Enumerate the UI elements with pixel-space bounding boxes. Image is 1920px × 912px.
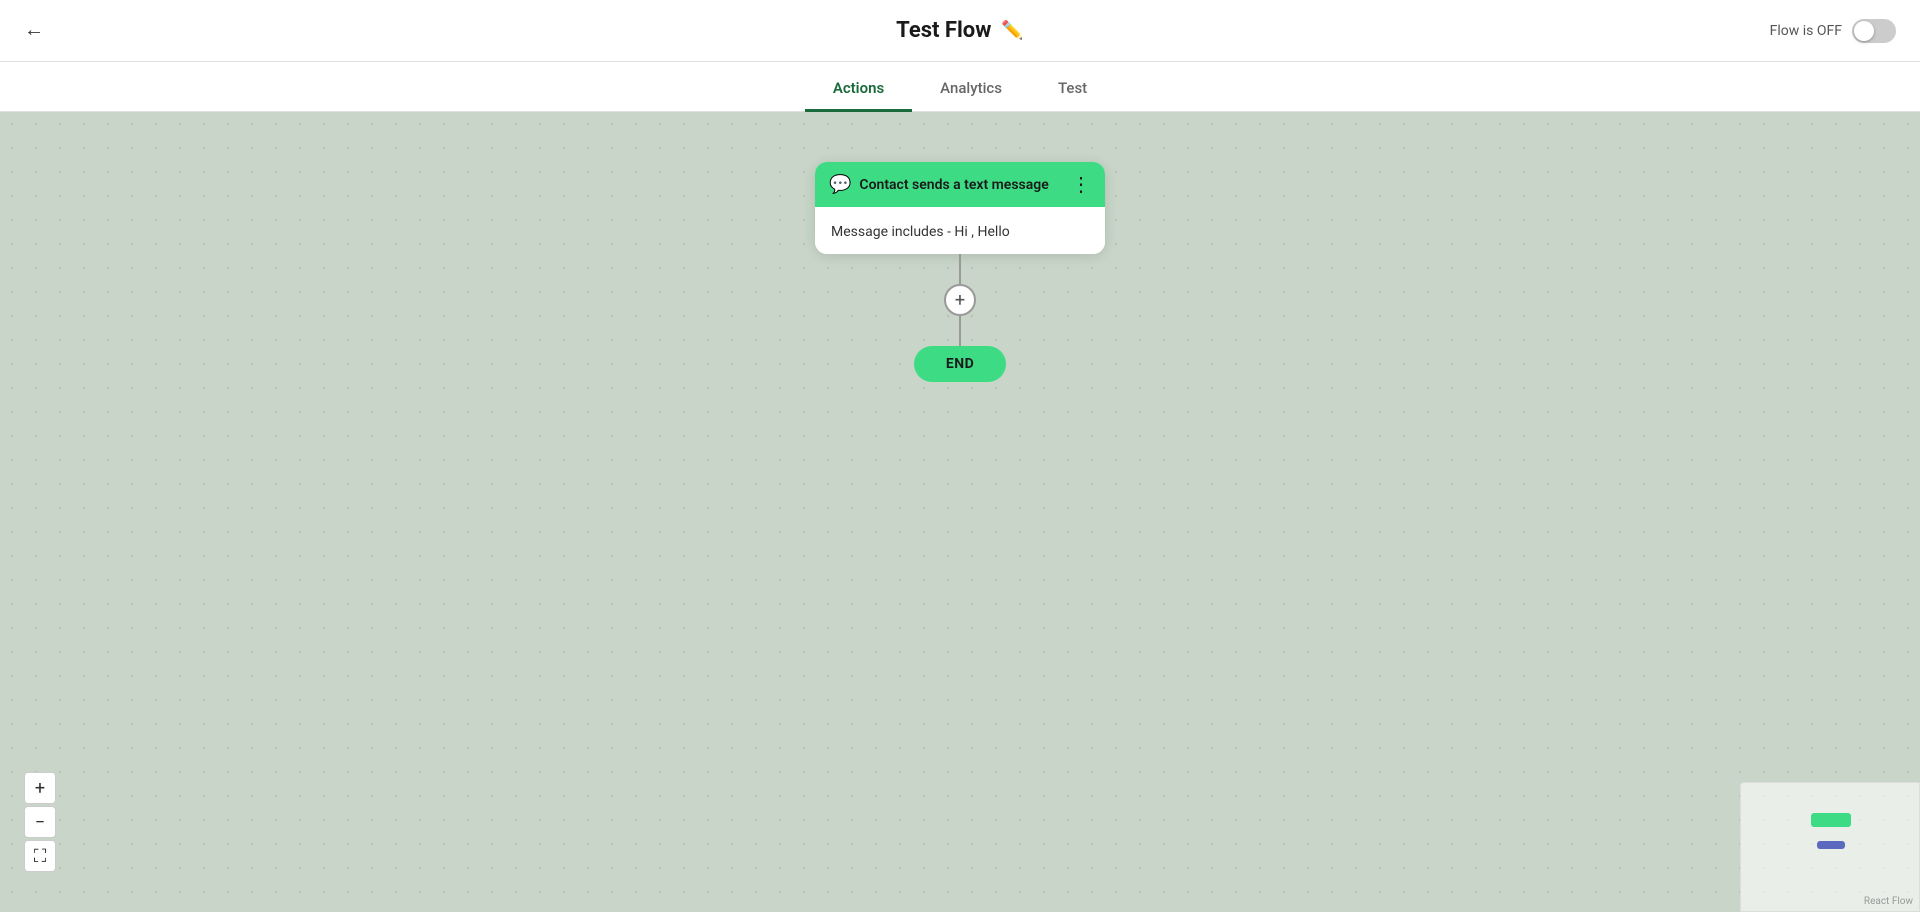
mini-map: React Flow bbox=[1740, 782, 1920, 912]
zoom-controls: + − ⛶ bbox=[24, 772, 56, 872]
more-icon: ⋮ bbox=[1071, 174, 1091, 196]
mini-end-node bbox=[1817, 841, 1845, 849]
trigger-more-button[interactable]: ⋮ bbox=[1071, 175, 1091, 195]
back-button[interactable]: ← bbox=[24, 19, 44, 42]
flow-toggle-area: Flow is OFF bbox=[1770, 19, 1896, 43]
toggle-knob bbox=[1854, 21, 1874, 41]
tab-actions[interactable]: Actions bbox=[805, 67, 912, 112]
add-step-button[interactable]: + bbox=[944, 284, 976, 316]
tabs-bar: Actions Analytics Test bbox=[0, 62, 1920, 112]
mini-map-nodes bbox=[1741, 783, 1919, 911]
tab-analytics[interactable]: Analytics bbox=[912, 67, 1030, 112]
fit-icon: ⛶ bbox=[34, 846, 47, 867]
flow-canvas[interactable]: 💬 Contact sends a text message ⋮ Message… bbox=[0, 112, 1920, 912]
zoom-out-icon: − bbox=[35, 812, 45, 833]
end-node[interactable]: END bbox=[914, 346, 1006, 382]
page-title: Test Flow bbox=[896, 18, 991, 43]
flow-status-label: Flow is OFF bbox=[1770, 23, 1842, 39]
edit-icon[interactable]: ✏️ bbox=[1001, 20, 1023, 41]
zoom-in-button[interactable]: + bbox=[24, 772, 56, 804]
flow-toggle-switch[interactable] bbox=[1852, 19, 1896, 43]
header: ← Test Flow ✏️ Flow is OFF bbox=[0, 0, 1920, 62]
trigger-node-body: Message includes - Hi , Hello bbox=[815, 207, 1105, 254]
connector-line-1 bbox=[959, 254, 961, 284]
react-flow-label: React Flow bbox=[1864, 896, 1913, 907]
zoom-out-button[interactable]: − bbox=[24, 806, 56, 838]
trigger-header-left: 💬 Contact sends a text message bbox=[829, 174, 1049, 195]
trigger-title: Contact sends a text message bbox=[859, 177, 1048, 193]
trigger-node-header: 💬 Contact sends a text message ⋮ bbox=[815, 162, 1105, 207]
zoom-in-icon: + bbox=[35, 778, 45, 799]
fit-view-button[interactable]: ⛶ bbox=[24, 840, 56, 872]
tab-test[interactable]: Test bbox=[1030, 67, 1115, 112]
plus-icon: + bbox=[955, 290, 965, 311]
title-area: Test Flow ✏️ bbox=[896, 18, 1024, 43]
trigger-condition-text: Message includes - Hi , Hello bbox=[831, 224, 1010, 240]
connector-line-2 bbox=[959, 316, 961, 346]
message-icon: 💬 bbox=[829, 174, 851, 195]
flow-container: 💬 Contact sends a text message ⋮ Message… bbox=[815, 162, 1105, 382]
trigger-node[interactable]: 💬 Contact sends a text message ⋮ Message… bbox=[815, 162, 1105, 254]
mini-trigger-node bbox=[1811, 813, 1851, 827]
back-icon: ← bbox=[24, 19, 44, 42]
